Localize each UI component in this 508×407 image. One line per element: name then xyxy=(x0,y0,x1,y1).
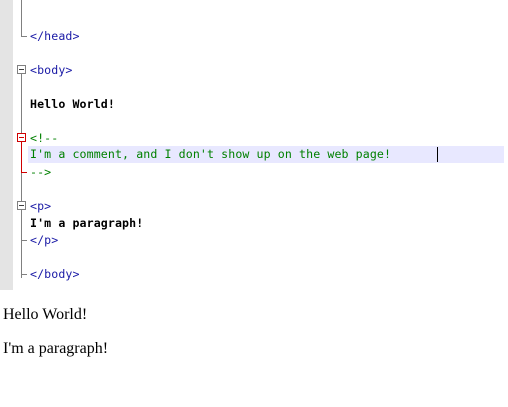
code-line-open-p[interactable]: <p> xyxy=(30,198,51,215)
code-line-hello[interactable]: Hello World! xyxy=(30,96,115,113)
rendered-preview: Hello World! I'm a paragraph! xyxy=(0,290,508,407)
fold-line xyxy=(21,0,22,36)
preview-paragraph-text: I'm a paragraph! xyxy=(3,340,109,357)
fold-end-marker xyxy=(21,274,27,275)
preview-hello-text: Hello World! xyxy=(3,306,88,323)
code-line-comment-close[interactable]: --> xyxy=(30,164,51,181)
fold-end-marker xyxy=(21,36,27,37)
fold-line-active xyxy=(21,142,22,172)
code-line-comment-open[interactable]: <!-- xyxy=(30,130,58,147)
line-number-gutter xyxy=(0,0,13,290)
code-line-close-p[interactable]: </p> xyxy=(30,232,58,249)
text-caret xyxy=(437,147,438,162)
code-line-close-body[interactable]: </body> xyxy=(30,266,80,283)
fold-end-marker xyxy=(21,240,27,241)
code-line-comment-text[interactable]: I'm a comment, and I don't show up on th… xyxy=(30,146,391,163)
fold-line xyxy=(21,74,22,278)
fold-collapse-icon[interactable] xyxy=(17,133,26,142)
code-line-open-body[interactable]: <body> xyxy=(30,62,72,79)
code-editor[interactable]: </head> <body> Hello World! <!-- I'm a c… xyxy=(0,0,508,290)
fold-end-marker-active xyxy=(21,172,27,173)
code-line-paragraph[interactable]: I'm a paragraph! xyxy=(30,215,143,232)
code-line-close-head[interactable]: </head> xyxy=(30,28,80,45)
fold-collapse-icon[interactable] xyxy=(17,65,26,74)
fold-collapse-icon[interactable] xyxy=(17,201,26,210)
